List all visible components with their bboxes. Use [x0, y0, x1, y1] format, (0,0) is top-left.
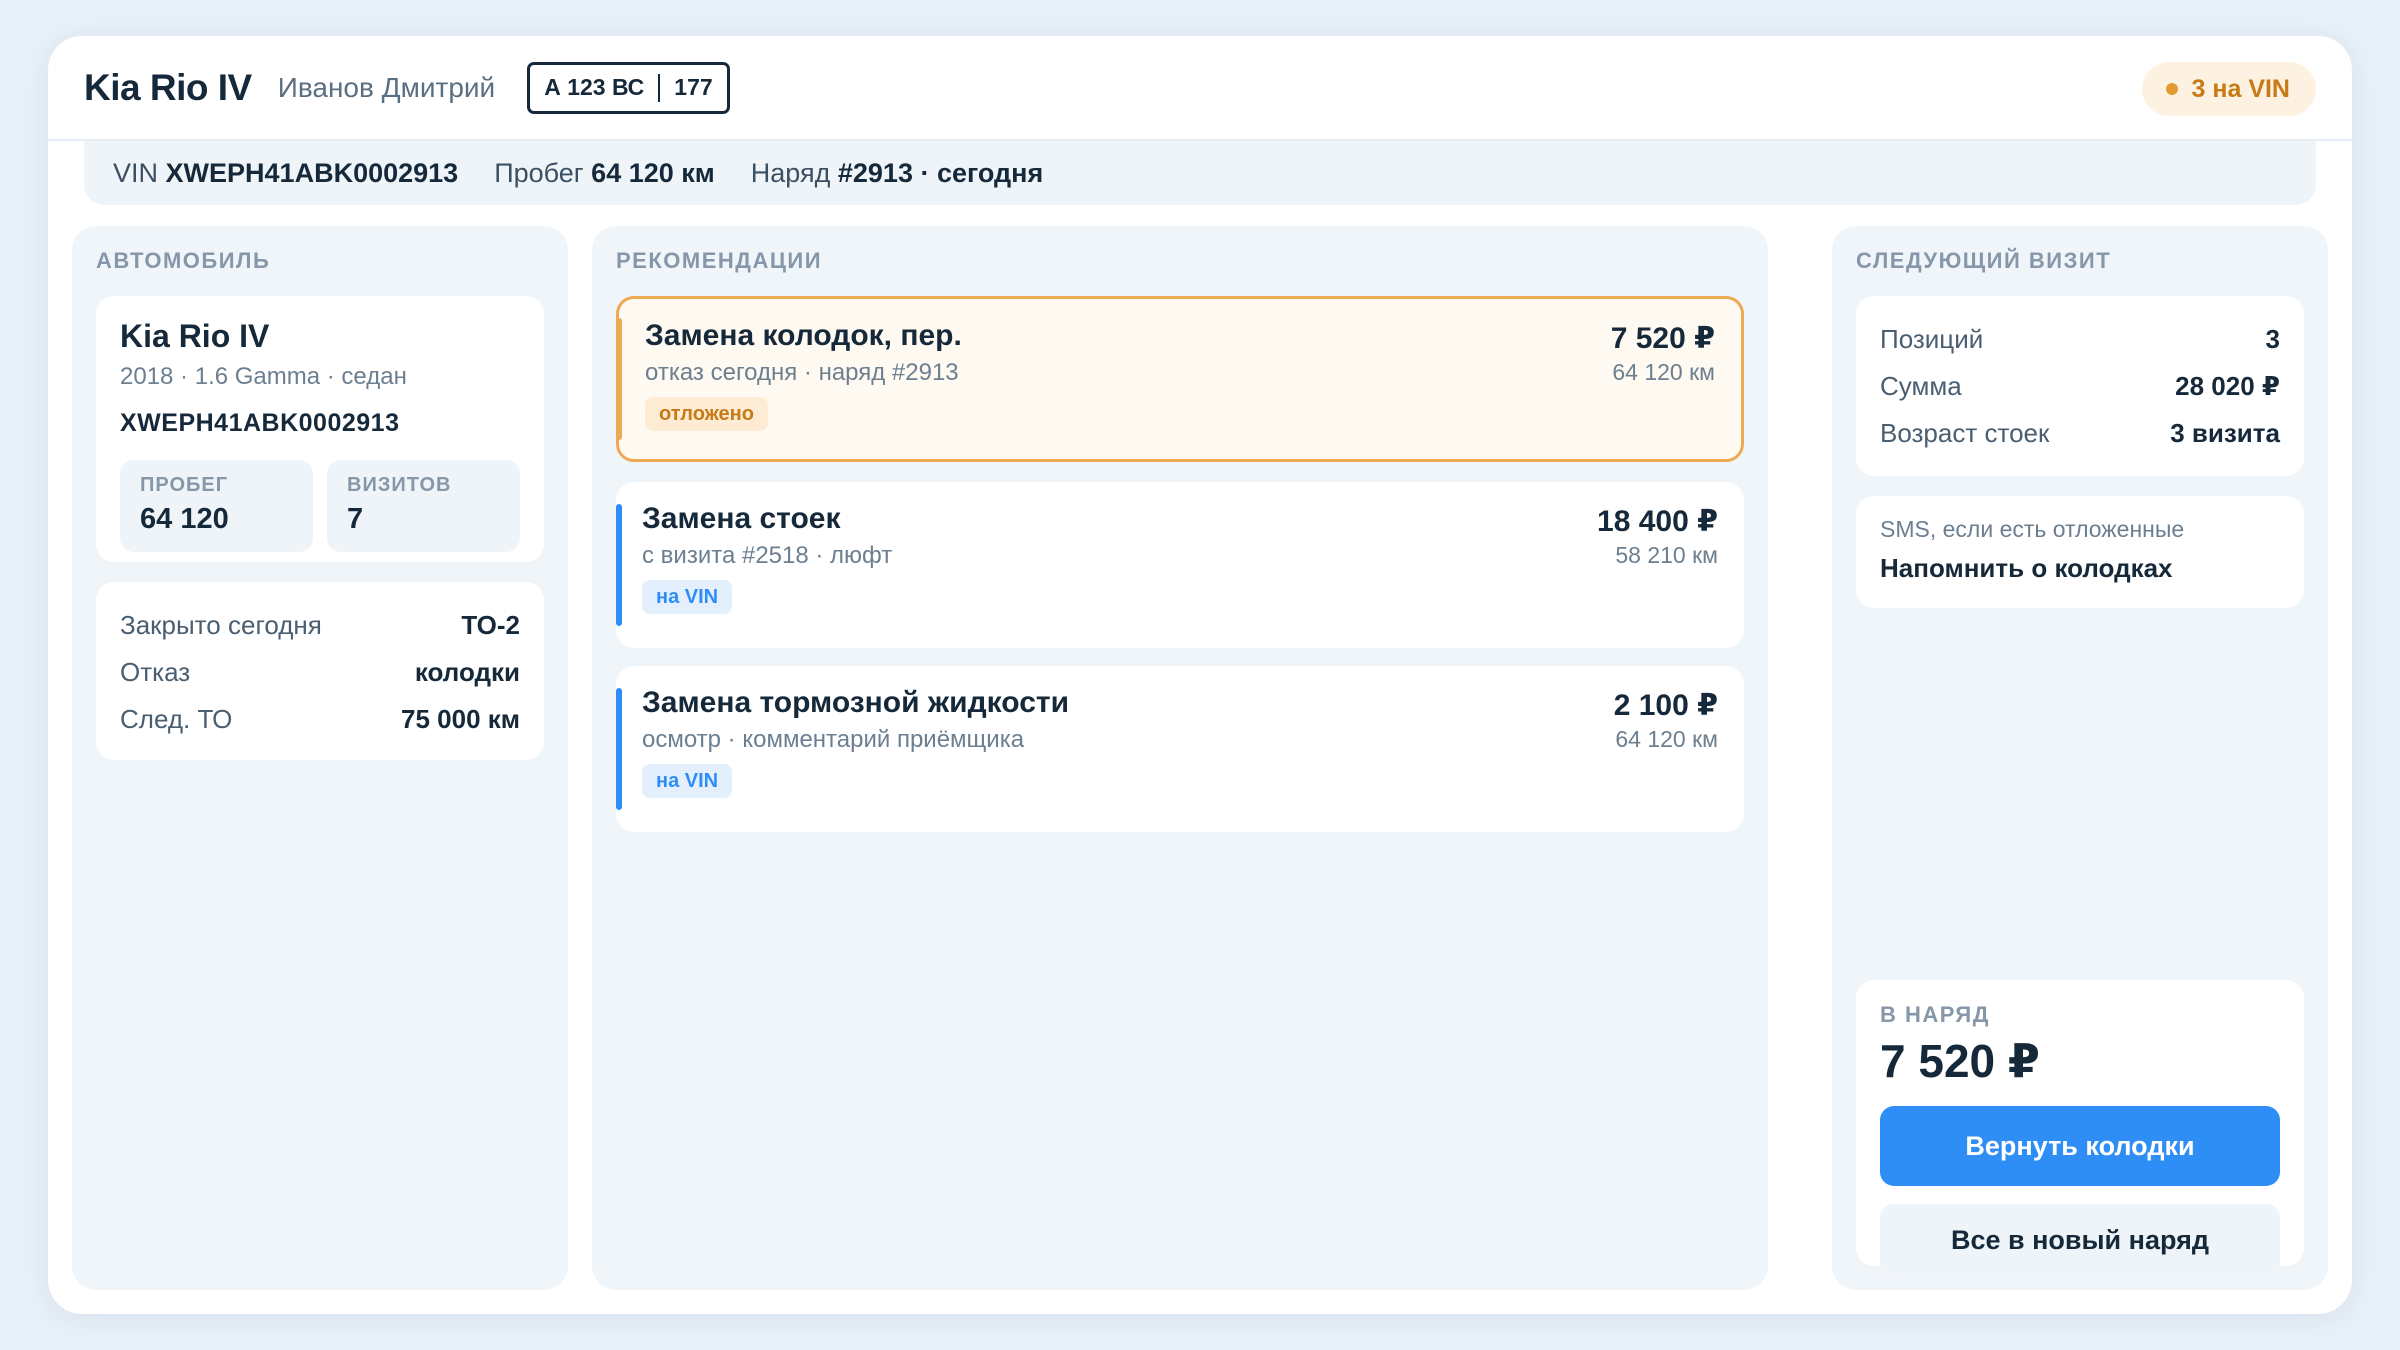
fact-key: Отказ	[120, 657, 191, 687]
status-badge: отложено	[645, 397, 768, 431]
order-info-value: #2913 · сегодня	[837, 157, 1044, 188]
vin-info-value: XWEPH41ABK0002913	[165, 157, 459, 188]
license-plate: А 123 ВС 177	[527, 61, 730, 114]
car-section-label: АВТОМОБИЛЬ	[96, 248, 271, 273]
recommendation-accent	[616, 504, 622, 626]
stat-value: 7	[347, 503, 364, 535]
sms-action[interactable]: Напомнить о колодках	[1880, 553, 2280, 584]
recommendation-title: Замена стоек	[642, 502, 841, 535]
order-total: 7 520 ₽	[1880, 1035, 2040, 1087]
vin-info-label: VIN	[113, 157, 159, 188]
plate-divider	[658, 73, 661, 102]
summary-row: Возраст стоек 3 визита	[1880, 410, 2280, 457]
car-name: Kia Rio IV	[120, 318, 270, 354]
fact-key: След. ТО	[120, 704, 233, 734]
plate-region: 177	[674, 74, 713, 100]
recommendation-sub: отказ сегодня · наряд #2913	[645, 359, 959, 386]
summary-row: Позиций 3	[1880, 316, 2280, 363]
summary-value: 3	[2265, 324, 2280, 354]
status-badge: на VIN	[642, 580, 733, 614]
status-dot-icon	[2165, 83, 2178, 95]
recommendation-item-brake-pads[interactable]: Замена колодок, пер. отказ сегодня · нар…	[616, 296, 1744, 462]
next-visit-panel: СЛЕДУЮЩИЙ ВИЗИТ Позиций 3 Сумма 28 020 ₽ В…	[1832, 226, 2328, 1290]
car-facts-card: Закрыто сегодня ТО-2 Отказ колодки След. Т…	[96, 582, 544, 760]
sms-reminder-card[interactable]: SMS, если есть отложенные Напомнить о ко…	[1856, 496, 2304, 608]
all-to-new-order-button[interactable]: Все в новый наряд	[1880, 1204, 2280, 1276]
recommendation-price: 18 400 ₽	[1597, 505, 1718, 538]
header: Kia Rio IV Иванов Дмитрий А 123 ВС 177 3…	[48, 36, 2352, 141]
fact-value: колодки	[414, 657, 520, 687]
car-title: Kia Rio IV	[84, 66, 252, 108]
car-panel: АВТОМОБИЛЬ Kia Rio IV 2018 · 1.6 Gamma ·…	[72, 226, 568, 1290]
fact-value: 75 000 км	[401, 704, 520, 734]
recommendation-sub: с визита #2518 · люфт	[642, 542, 893, 569]
owner-name[interactable]: Иванов Дмитрий	[278, 72, 495, 104]
info-bar: VIN XWEPH41ABK0002913 Пробег 64 120 км Н…	[84, 141, 2316, 205]
mileage-info: Пробег 64 120 км	[494, 158, 715, 189]
fact-key: Закрыто сегодня	[120, 610, 322, 640]
fact-row: Закрыто сегодня ТО-2	[120, 602, 520, 649]
recommendation-accent	[616, 688, 622, 810]
car-vin: XWEPH41ABK0002913	[120, 409, 400, 437]
car-stats: ПРОБЕГ 64 120 ВИЗИТОВ 7	[120, 460, 520, 552]
plate-number: А 123 ВС	[544, 74, 645, 100]
vin-count-badge[interactable]: 3 на VIN	[2141, 62, 2316, 116]
fact-row: След. ТО 75 000 км	[120, 696, 520, 743]
recommendation-item-struts[interactable]: Замена стоек с визита #2518 · люфт на VI…	[616, 482, 1744, 648]
mileage-info-value: 64 120 км	[591, 157, 715, 188]
recommendation-km: 64 120 км	[1612, 359, 1715, 385]
fact-row: Отказ колодки	[120, 649, 520, 696]
status-badge: на VIN	[642, 764, 733, 798]
order-info: Наряд #2913 · сегодня	[751, 158, 1043, 189]
order-card: В НАРЯД 7 520 ₽ Вернуть колодки Все в но…	[1856, 980, 2304, 1276]
summary-value: 3 визита	[2170, 418, 2280, 448]
recommendation-sub: осмотр · комментарий приёмщика	[642, 726, 1025, 753]
recommendation-title: Замена колодок, пер.	[645, 319, 962, 352]
app-window: Kia Rio IV Иванов Дмитрий А 123 ВС 177 3…	[48, 36, 2352, 1314]
car-card: Kia Rio IV 2018 · 1.6 Gamma · седан XWEP…	[96, 296, 544, 562]
summary-key: Сумма	[1880, 371, 1962, 401]
fact-value: ТО-2	[461, 610, 520, 640]
recommendations-panel: РЕКОМЕНДАЦИИ Замена колодок, пер. отказ …	[592, 226, 1768, 1290]
summary-key: Возраст стоек	[1880, 418, 2050, 448]
vin-count-label: 3 на VIN	[2191, 74, 2290, 103]
recommendation-price: 2 100 ₽	[1613, 689, 1718, 722]
recommendation-km: 64 120 км	[1615, 726, 1718, 752]
recommendation-item-brake-fluid[interactable]: Замена тормозной жидкости осмотр · комме…	[616, 666, 1744, 832]
summary-value: 28 020 ₽	[2175, 371, 2280, 401]
car-spec: 2018 · 1.6 Gamma · седан	[120, 363, 407, 390]
return-pads-button[interactable]: Вернуть колодки	[1880, 1106, 2280, 1186]
vin-info: VIN XWEPH41ABK0002913	[113, 158, 458, 189]
order-info-label: Наряд	[750, 157, 831, 188]
recommendation-km: 58 210 км	[1615, 542, 1718, 568]
next-visit-summary-card: Позиций 3 Сумма 28 020 ₽ Возраст стоек 3 ви…	[1856, 296, 2304, 476]
next-visit-section-label: СЛЕДУЮЩИЙ ВИЗИТ	[1856, 248, 2112, 273]
recommendation-price: 7 520 ₽	[1610, 322, 1715, 355]
order-label: В НАРЯД	[1880, 1002, 1990, 1027]
recommendation-title: Замена тормозной жидкости	[642, 686, 1070, 719]
stat-label: ПРОБЕГ	[140, 474, 229, 496]
mileage-info-label: Пробег	[494, 157, 584, 188]
stat-visits: ВИЗИТОВ 7	[327, 460, 520, 552]
stat-label: ВИЗИТОВ	[347, 474, 452, 496]
recommendation-accent	[619, 318, 622, 440]
sms-hint: SMS, если есть отложенные	[1880, 516, 2185, 542]
stat-value: 64 120	[140, 503, 229, 535]
summary-row: Сумма 28 020 ₽	[1880, 363, 2280, 410]
recommendations-section-label: РЕКОМЕНДАЦИИ	[616, 248, 823, 273]
summary-key: Позиций	[1880, 324, 1984, 354]
stat-mileage: ПРОБЕГ 64 120	[120, 460, 313, 552]
